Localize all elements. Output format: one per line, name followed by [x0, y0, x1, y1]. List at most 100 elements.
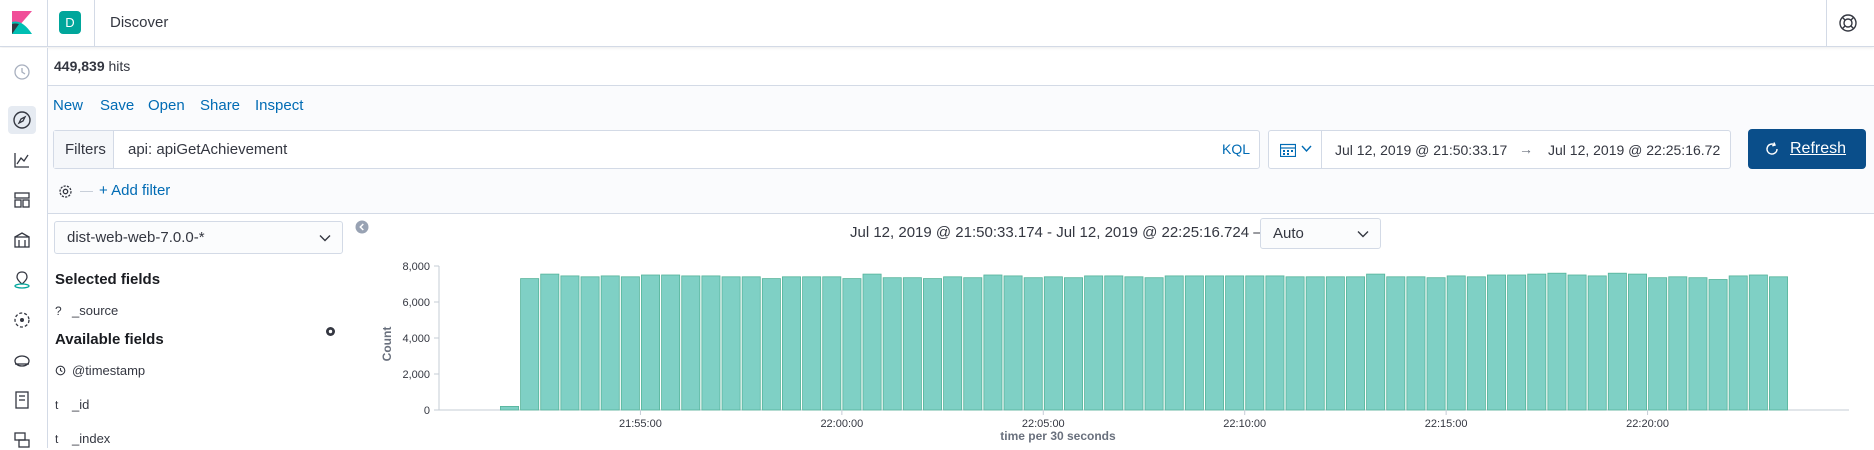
query-input[interactable]: api: apiGetAchievement — [128, 141, 287, 158]
field-name: _index — [72, 431, 111, 446]
hits-bar: 449,839 hits — [48, 48, 1874, 86]
menu-inspect[interactable]: Inspect — [255, 97, 303, 114]
refresh-label: Refresh — [1790, 140, 1847, 157]
menu-new[interactable]: New — [53, 97, 83, 114]
histogram-bar — [1064, 277, 1083, 411]
space-avatar[interactable]: D — [59, 11, 81, 34]
arrow-right-icon: → — [1519, 141, 1533, 157]
chevron-down-icon — [319, 235, 331, 242]
y-axis-title: Count — [380, 327, 394, 362]
x-axis-title: time per 30 seconds — [1000, 429, 1116, 443]
histogram-bar — [1265, 275, 1285, 411]
field-type-icon: t — [55, 398, 59, 412]
kibana-logo-icon[interactable] — [10, 11, 34, 35]
histogram-chart: 0 2,000 4,000 6,000 8,000 21:55:00 22:00:00 22:… — [380, 261, 1849, 443]
top-header: D Discover — [0, 0, 1874, 47]
uptime-icon[interactable] — [12, 430, 32, 450]
chevron-down-icon — [1301, 145, 1312, 153]
infrastructure-icon[interactable] — [12, 310, 32, 330]
gear-icon[interactable] — [57, 183, 74, 200]
histogram-bar — [741, 276, 761, 411]
histogram-bar — [1466, 276, 1486, 411]
gear-icon[interactable] — [324, 325, 337, 338]
menu-save[interactable]: Save — [100, 97, 134, 114]
field-item[interactable]: t _index — [55, 431, 110, 446]
add-filter-button[interactable]: + Add filter — [99, 182, 170, 199]
histogram-bar — [1084, 275, 1104, 411]
chevron-down-icon — [1357, 231, 1369, 238]
y-tick-label: 4,000 — [402, 333, 430, 345]
breadcrumb-title: Discover — [110, 14, 169, 31]
histogram-bar — [1023, 277, 1043, 411]
histogram-bar — [1184, 275, 1204, 411]
histogram-bar — [580, 276, 600, 411]
field-type-icon: ? — [55, 304, 62, 318]
histogram-bar — [1628, 273, 1647, 411]
histogram-bar — [902, 277, 922, 411]
quick-select-button[interactable] — [1269, 131, 1322, 168]
selected-fields-title: Selected fields — [55, 271, 161, 288]
field-item[interactable]: @timestamp — [55, 363, 145, 378]
recently-viewed-icon[interactable] — [12, 62, 32, 82]
field-item[interactable]: ? _source — [55, 303, 118, 318]
histogram-bar — [600, 275, 620, 411]
index-pattern-select[interactable]: dist-web-web-7.0.0-* — [54, 221, 343, 254]
histogram-bar — [701, 275, 721, 411]
y-tick-label: 6,000 — [402, 297, 430, 309]
histogram-bar — [1487, 274, 1506, 411]
histogram-bar — [943, 276, 963, 411]
apm-icon[interactable] — [12, 390, 32, 410]
histogram-bar — [560, 275, 580, 411]
logs-icon[interactable] — [12, 350, 32, 370]
kql-toggle[interactable]: KQL — [1222, 141, 1250, 157]
histogram-bar — [1648, 277, 1668, 411]
histogram-bar — [661, 274, 681, 411]
query-bar: Filters api: apiGetAchievement KQL — [53, 130, 1260, 169]
header-divider — [1826, 0, 1827, 47]
histogram-bar — [1144, 277, 1164, 411]
header-divider — [94, 0, 95, 47]
x-tick-label: 22:10:00 — [1223, 418, 1266, 430]
histogram-panel: Jul 12, 2019 @ 21:50:33.174 - Jul 12, 20… — [351, 214, 1874, 448]
histogram-bar — [1104, 275, 1124, 411]
end-date[interactable]: Jul 12, 2019 @ 22:25:16.72 — [1548, 142, 1720, 158]
filter-separator: — — [80, 183, 93, 198]
histogram-bar — [1728, 275, 1748, 411]
help-icon[interactable] — [1838, 13, 1858, 33]
menu-share[interactable]: Share — [200, 97, 240, 114]
nav-discover[interactable] — [8, 106, 36, 134]
histogram-bar — [1587, 275, 1607, 411]
field-sidebar: dist-web-web-7.0.0-* Selected fields ? _s… — [48, 214, 351, 448]
histogram-bar — [1366, 273, 1386, 411]
visualize-icon[interactable] — [12, 150, 32, 170]
interval-select[interactable]: Auto — [1260, 218, 1381, 249]
date-picker: Jul 12, 2019 @ 21:50:33.17 → Jul 12, 201… — [1268, 130, 1731, 169]
histogram-bar — [620, 276, 640, 411]
histogram-bar — [1003, 275, 1023, 411]
menu-open[interactable]: Open — [148, 97, 185, 114]
refresh-button[interactable]: Refresh — [1748, 129, 1866, 169]
histogram-bar — [1769, 276, 1788, 411]
histogram-bar — [802, 276, 822, 411]
canvas-icon[interactable] — [12, 230, 32, 250]
x-tick-label: 22:15:00 — [1425, 418, 1468, 430]
calendar-icon — [1280, 143, 1296, 157]
histogram-bar — [500, 405, 519, 411]
start-date[interactable]: Jul 12, 2019 @ 21:50:33.17 — [1335, 142, 1507, 158]
histogram-bar — [641, 274, 660, 411]
histogram-bar — [721, 276, 741, 411]
collapse-sidebar-icon[interactable] — [355, 220, 369, 234]
filters-label[interactable]: Filters — [54, 131, 114, 168]
field-type-icon: t — [55, 432, 59, 446]
header-divider — [47, 0, 48, 47]
refresh-icon — [1766, 142, 1778, 155]
histogram-bar — [520, 278, 540, 411]
y-tick-label: 8,000 — [402, 261, 430, 273]
field-item[interactable]: t _id — [55, 397, 89, 412]
histogram-bar — [1527, 273, 1547, 411]
histogram-bar — [1225, 275, 1245, 411]
maps-icon[interactable] — [12, 270, 32, 290]
index-pattern-value: dist-web-web-7.0.0-* — [67, 229, 205, 246]
field-name: _source — [72, 303, 119, 318]
dashboard-icon[interactable] — [12, 190, 32, 210]
